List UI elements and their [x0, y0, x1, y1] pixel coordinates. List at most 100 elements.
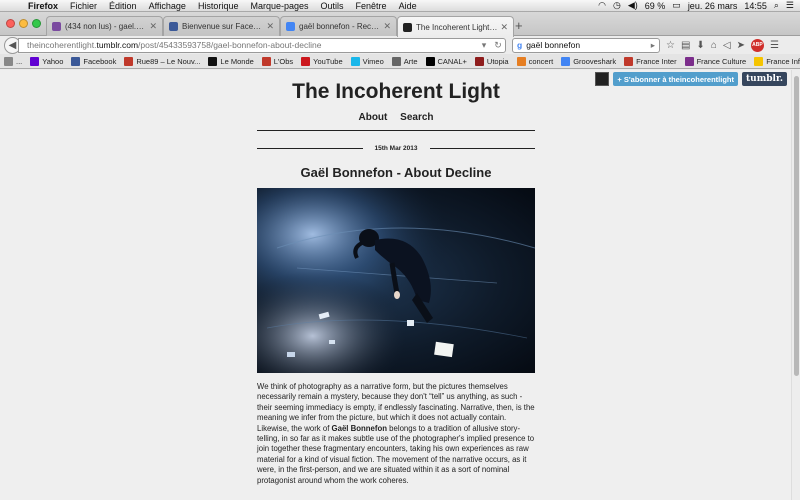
menu-app-firefox[interactable]: Firefox	[22, 1, 64, 11]
bookmark-item[interactable]: Rue89 – Le Nouv...	[124, 56, 200, 66]
tab-label: (434 non lus) - gael.bonn...	[65, 22, 146, 31]
bookmark-item[interactable]: L'Obs	[261, 56, 293, 66]
scrollbar-thumb[interactable]	[794, 76, 799, 376]
battery-icon: ▭	[672, 0, 681, 10]
blog-nav: About Search	[257, 112, 535, 123]
battery-status[interactable]: 69 %	[645, 1, 666, 11]
reload-icon[interactable]: ↻	[491, 40, 505, 51]
tumblr-controls: + S'abonner à theincoherentlight tumblr.	[595, 72, 787, 86]
window-minimize-button[interactable]	[19, 19, 28, 28]
bookmark-label: CANAL+	[437, 56, 467, 66]
tumblr-logo[interactable]: tumblr.	[742, 72, 787, 86]
menu-outils[interactable]: Outils	[315, 1, 350, 11]
search-go-icon[interactable]: ▸	[651, 40, 655, 51]
bookmark-item[interactable]: France Info	[754, 56, 800, 66]
bookmark-label: Le Monde	[220, 56, 254, 66]
url-path: /post/45433593758/gael-bonnefon-about-de…	[138, 40, 322, 50]
follow-button[interactable]: + S'abonner à theincoherentlight	[613, 72, 739, 86]
vimeo-icon	[350, 56, 360, 66]
dropdown-icon[interactable]: ▾	[477, 40, 491, 51]
spotlight-icon[interactable]: ⌕	[774, 0, 779, 11]
bookmark-label: Yahoo	[42, 56, 64, 66]
tab-close-icon[interactable]: ✕	[149, 21, 157, 32]
post-date[interactable]: 15th Mar 2013	[363, 145, 430, 152]
bookmark-item[interactable]: ...	[4, 56, 22, 66]
menu-fichier[interactable]: Fichier	[64, 1, 103, 11]
canalplus-icon	[425, 56, 435, 66]
search-bar[interactable]: g gaël bonnefon ▸	[512, 37, 660, 53]
tab-close-icon[interactable]: ✕	[383, 21, 391, 32]
bookmark-item[interactable]: Le Monde	[208, 56, 254, 66]
home-icon[interactable]: ⌂	[711, 40, 717, 51]
search-input[interactable]: gaël bonnefon	[522, 40, 651, 50]
tab-facebook[interactable]: Bienvenue sur Facebook... ✕	[163, 16, 280, 36]
bookmark-item[interactable]: France Inter	[624, 56, 677, 66]
lemonde-icon	[208, 56, 218, 66]
bookmark-label: concert	[528, 56, 554, 66]
yahoo-icon	[30, 56, 40, 66]
menubar-time[interactable]: 14:55	[744, 1, 767, 11]
window-close-button[interactable]	[6, 19, 15, 28]
reading-list-icon[interactable]: ▤	[681, 40, 690, 51]
menu-affichage[interactable]: Affichage	[143, 1, 192, 11]
tab-google-search[interactable]: gaël bonnefon - Recherch... ✕	[280, 16, 397, 36]
folder-icon	[4, 56, 13, 66]
menu-fenetre[interactable]: Fenêtre	[350, 1, 393, 11]
bookmark-item[interactable]: Grooveshark	[561, 56, 616, 66]
bookmark-item[interactable]: Utopia	[474, 56, 509, 66]
send-icon[interactable]: ➤	[737, 40, 745, 51]
bookmark-label: Arte	[403, 56, 418, 66]
vertical-scrollbar[interactable]	[791, 70, 800, 500]
post-photo[interactable]	[257, 188, 535, 373]
bookmark-item[interactable]: concert	[516, 56, 554, 66]
utopia-icon	[474, 56, 484, 66]
window-maximize-button[interactable]	[32, 19, 41, 28]
bookmark-item[interactable]: CANAL+	[425, 56, 467, 66]
wifi-icon[interactable]: ◠	[598, 0, 606, 11]
new-tab-button[interactable]: +	[515, 18, 523, 33]
bookmark-item[interactable]: Yahoo	[30, 56, 64, 66]
bookmark-item[interactable]: YouTube	[301, 56, 343, 66]
bookmark-label: Utopia	[486, 56, 509, 66]
menubar-date[interactable]: jeu. 26 mars	[688, 1, 738, 11]
adblock-icon[interactable]: ABP	[750, 38, 764, 52]
bookmark-item[interactable]: France Culture	[684, 56, 746, 66]
tab-mail[interactable]: (434 non lus) - gael.bonn... ✕	[46, 16, 163, 36]
header-divider	[257, 130, 535, 131]
menu-edition[interactable]: Édition	[103, 1, 143, 11]
blog-avatar[interactable]	[595, 72, 610, 86]
url-bar[interactable]: theincoherentlight. tumblr.com/post/45433…	[18, 37, 506, 53]
menu-extras: ◠ ◷ ◀) 69 % ▭ jeu. 26 mars 14:55 ⌕ ☰	[598, 0, 800, 11]
tab-strip: (434 non lus) - gael.bonn... ✕ Bienvenue…	[0, 12, 800, 37]
tab-close-icon[interactable]: ✕	[500, 22, 508, 33]
bookmark-item[interactable]: Arte	[391, 56, 418, 66]
grooveshark-icon	[561, 56, 571, 66]
notification-center-icon[interactable]: ☰	[786, 0, 794, 11]
france-info-icon	[754, 56, 764, 66]
menu-aide[interactable]: Aide	[393, 1, 423, 11]
rue89-icon	[124, 56, 134, 66]
menu-historique[interactable]: Historique	[192, 1, 245, 11]
bookmark-star-icon[interactable]: ☆	[666, 40, 675, 51]
france-culture-icon	[684, 56, 694, 66]
menu-hamburger-icon[interactable]: ☰	[770, 40, 779, 51]
nav-search-link[interactable]: Search	[400, 112, 433, 123]
volume-icon[interactable]: ◀)	[628, 0, 638, 11]
nav-about-link[interactable]: About	[358, 112, 387, 123]
tab-close-icon[interactable]: ✕	[266, 21, 274, 32]
menu-marque-pages[interactable]: Marque-pages	[244, 1, 314, 11]
bookmark-item[interactable]: Facebook	[71, 56, 116, 66]
france-inter-icon	[624, 56, 634, 66]
blog-title[interactable]: The Incoherent Light	[257, 80, 535, 104]
google-favicon-icon	[286, 22, 295, 31]
bookmark-label: France Info	[766, 56, 800, 66]
share-icon[interactable]: ◁	[723, 40, 731, 51]
tab-incoherent-light[interactable]: The Incoherent Light | Ga... ✕	[397, 16, 514, 37]
bookmark-label: Vimeo	[362, 56, 384, 66]
bookmarks-toolbar: ... Yahoo Facebook Rue89 – Le Nouv... Le…	[0, 54, 800, 69]
date-divider-left	[257, 148, 363, 149]
date-divider-right	[429, 148, 535, 149]
bookmark-item[interactable]: Vimeo	[350, 56, 384, 66]
download-icon[interactable]: ⬇	[696, 40, 704, 51]
timemachine-icon[interactable]: ◷	[613, 0, 621, 11]
